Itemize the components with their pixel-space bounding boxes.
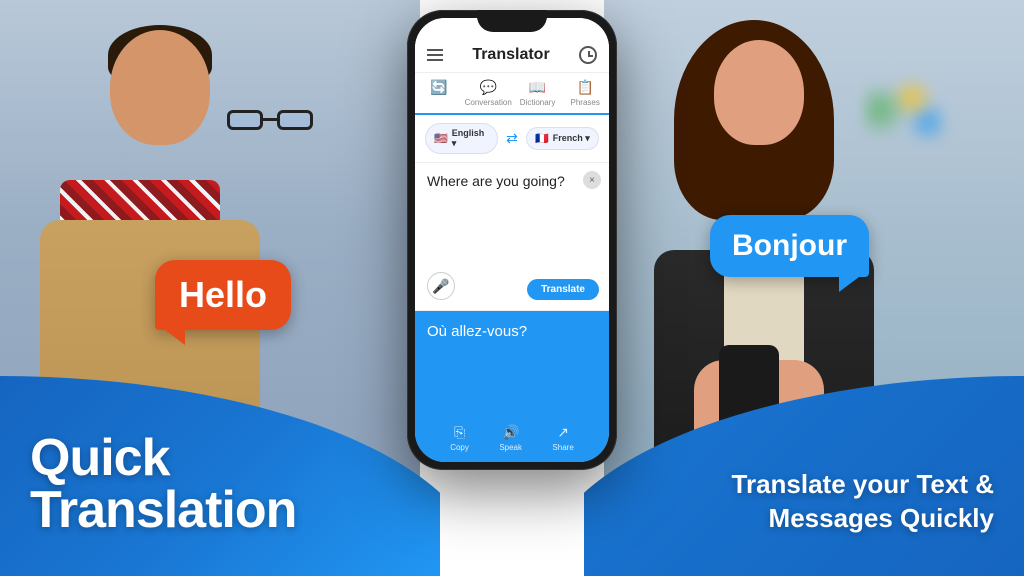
phone-body: Translator 🔄 💬 Conversation 📖 Dictionary (407, 10, 617, 470)
quick-translation-text: QuickTranslation (30, 432, 296, 536)
microphone-button[interactable]: 🎤 (427, 272, 455, 300)
swap-languages-button[interactable]: ⇄ (502, 130, 522, 147)
share-label: Share (552, 443, 573, 452)
output-area: Où allez-vous? ⎘ Copy 🔊 Speak ↗ Share (415, 311, 609, 462)
man-glasses (227, 110, 313, 132)
speak-icon: 🔊 (502, 424, 519, 441)
target-language-button[interactable]: 🇫🇷 French ▾ (526, 127, 599, 150)
translate-messages-text: Translate your Text &Messages Quickly (732, 468, 995, 536)
input-area: Where are you going? × 🎤 Translate (415, 163, 609, 311)
tab-bar: 🔄 💬 Conversation 📖 Dictionary 📋 Phrases (415, 73, 609, 115)
speak-label: Speak (499, 443, 522, 452)
speak-button[interactable]: 🔊 Speak (499, 424, 522, 452)
hello-bubble: Hello (155, 260, 291, 330)
tab-conversation-icon: 💬 (479, 79, 496, 96)
tab-phrases[interactable]: 📋 Phrases (561, 73, 609, 113)
target-flag: 🇫🇷 (535, 132, 549, 145)
tab-phrases-label: Phrases (571, 98, 600, 107)
quick-translation-label: QuickTranslation (30, 432, 296, 536)
share-icon: ↗ (557, 424, 569, 441)
tab-translate[interactable]: 🔄 (415, 73, 463, 115)
app-title: Translator (472, 46, 549, 64)
glasses-right-lens (277, 110, 313, 130)
man-head (110, 30, 210, 145)
glasses-bridge (263, 118, 277, 121)
clear-input-button[interactable]: × (583, 171, 601, 189)
source-flag: 🇺🇸 (434, 132, 448, 145)
tab-conversation-label: Conversation (465, 98, 512, 107)
phone-mockup: Translator 🔄 💬 Conversation 📖 Dictionary (407, 10, 617, 570)
translate-messages-label: Translate your Text &Messages Quickly (732, 468, 995, 536)
language-selector: 🇺🇸 English ▾ ⇄ 🇫🇷 French ▾ (415, 115, 609, 163)
tab-dictionary-label: Dictionary (520, 98, 556, 107)
bonjour-bubble: Bonjour (710, 215, 869, 277)
tab-dictionary[interactable]: 📖 Dictionary (514, 73, 562, 113)
decorative-dots (864, 80, 944, 140)
phone-notch (477, 10, 547, 32)
tab-translate-icon: 🔄 (430, 79, 447, 96)
copy-button[interactable]: ⎘ Copy (450, 424, 469, 452)
share-button[interactable]: ↗ Share (552, 424, 573, 452)
target-lang-label: French ▾ (553, 133, 590, 144)
source-lang-label: English ▾ (452, 128, 489, 149)
output-text-display: Où allez-vous? (427, 323, 597, 340)
tab-conversation[interactable]: 💬 Conversation (463, 73, 514, 113)
woman-face (714, 40, 804, 145)
copy-label: Copy (450, 443, 469, 452)
output-actions-bar: ⎘ Copy 🔊 Speak ↗ Share (415, 424, 609, 452)
input-text-display: Where are you going? (427, 173, 597, 189)
app-screen: Hello Bonjour QuickTranslation Translate… (0, 0, 1024, 576)
tab-dictionary-icon: 📖 (529, 79, 546, 96)
menu-icon[interactable] (427, 49, 443, 61)
phone-screen: Translator 🔄 💬 Conversation 📖 Dictionary (415, 18, 609, 462)
glasses-left-lens (227, 110, 263, 130)
copy-icon: ⎘ (454, 424, 465, 441)
translate-button[interactable]: Translate (527, 279, 599, 300)
source-language-button[interactable]: 🇺🇸 English ▾ (425, 123, 498, 154)
tab-phrases-icon: 📋 (576, 79, 593, 96)
history-icon[interactable] (579, 46, 597, 64)
